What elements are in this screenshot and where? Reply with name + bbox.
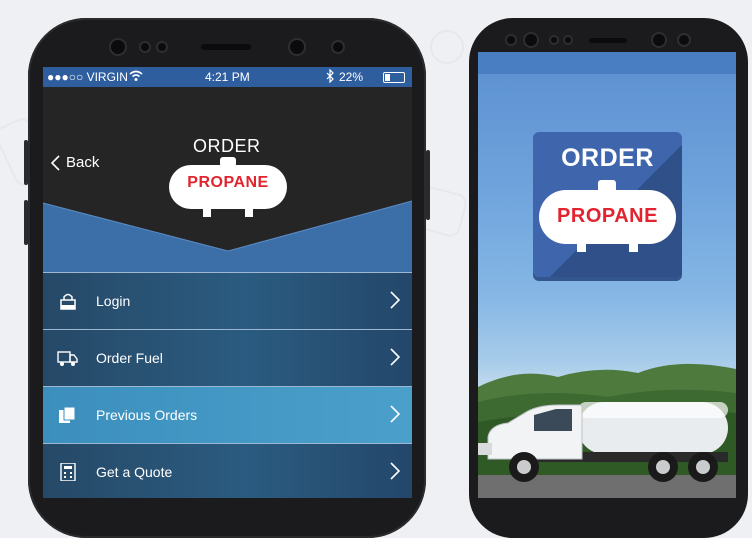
- app-header: Back ORDER PROPANE: [43, 87, 412, 272]
- menu-item-get-quote[interactable]: Get a Quote: [43, 443, 412, 498]
- sensor: [679, 35, 689, 45]
- carrier-label: ●●●○○ VIRGIN: [47, 70, 128, 84]
- app-logo-tile: ORDER PROPANE: [533, 132, 682, 277]
- clock: 4:21 PM: [205, 70, 250, 84]
- side-button: [24, 200, 28, 245]
- back-button[interactable]: Back: [51, 154, 99, 171]
- splash-order-title: ORDER: [561, 144, 654, 172]
- menu-screen: ●●●○○ VIRGIN 4:21 PM 22% Back ORDER PROP…: [43, 67, 412, 498]
- splash-screen: ORDER PROPANE: [478, 52, 736, 498]
- front-camera: [653, 34, 665, 46]
- menu-item-label: Get a Quote: [96, 464, 173, 480]
- status-bar: ●●●○○ VIRGIN 4:21 PM 22%: [43, 67, 412, 87]
- sensor: [551, 37, 557, 43]
- side-button: [426, 150, 430, 220]
- truck-photo: [478, 363, 736, 498]
- sensor: [141, 43, 149, 51]
- battery-icon: [383, 72, 405, 83]
- sensor: [158, 43, 166, 51]
- main-menu: Login Order Fuel Previous Orders Get a Q…: [43, 272, 412, 498]
- menu-item-previous-orders[interactable]: Previous Orders: [43, 386, 412, 443]
- earpiece-speaker: [201, 44, 251, 50]
- menu-item-order-fuel[interactable]: Order Fuel: [43, 329, 412, 386]
- menu-item-login[interactable]: Login: [43, 272, 412, 329]
- front-camera: [290, 40, 304, 54]
- wifi-icon: [129, 70, 143, 81]
- chevron-right-icon: [390, 462, 400, 480]
- bluetooth-icon: [326, 69, 334, 83]
- earpiece-speaker: [589, 38, 627, 43]
- menu-item-label: Login: [96, 293, 131, 309]
- front-camera: [525, 34, 537, 46]
- truck-icon: [57, 351, 78, 366]
- splash-propane-label: PROPANE: [557, 205, 658, 227]
- chevron-right-icon: [390, 348, 400, 366]
- propane-label: PROPANE: [187, 174, 269, 191]
- back-label: Back: [66, 154, 100, 171]
- menu-item-label: Previous Orders: [96, 407, 198, 423]
- documents-icon: [59, 406, 76, 423]
- background-decoration: [430, 30, 464, 64]
- side-button: [24, 140, 28, 185]
- sensor: [333, 42, 343, 52]
- menu-item-label: Order Fuel: [96, 350, 163, 366]
- calculator-icon: [60, 463, 76, 481]
- front-camera: [111, 40, 125, 54]
- chevron-left-icon: [51, 154, 60, 171]
- sensor: [507, 36, 515, 44]
- battery-percent: 22%: [339, 70, 364, 84]
- chevron-right-icon: [390, 291, 400, 309]
- status-bar: [478, 52, 736, 74]
- chevron-right-icon: [390, 405, 400, 423]
- lock-icon: [60, 293, 76, 310]
- sensor: [565, 37, 571, 43]
- order-title: ORDER: [193, 136, 261, 156]
